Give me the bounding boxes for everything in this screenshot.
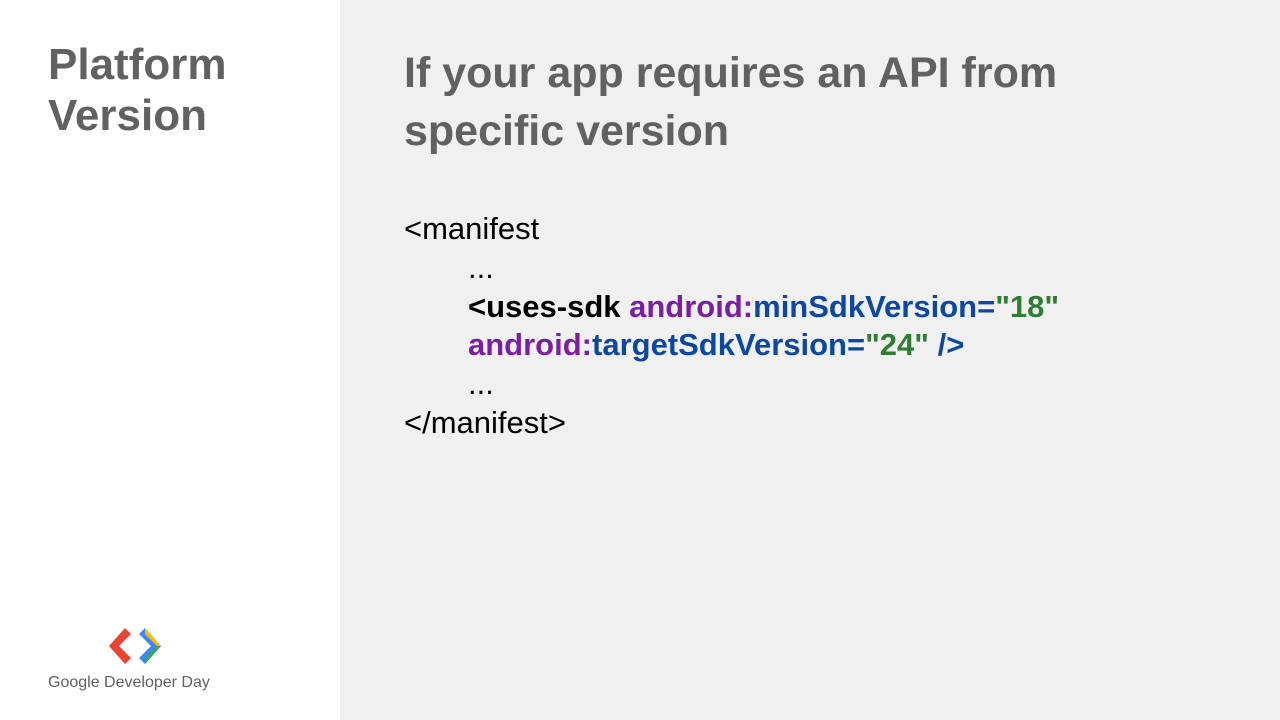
attr2-namespace: android: (468, 327, 592, 362)
attr2-eq: = (847, 327, 865, 362)
attr1-name: minSdkVersion (753, 289, 977, 324)
code-line-uses-sdk-1: <uses-sdk android:minSdkVersion="18" (468, 288, 1220, 327)
developer-day-logo-icon (103, 624, 167, 668)
code-block: <manifest ... <uses-sdk android:minSdkVe… (404, 210, 1220, 443)
manifest-open-tag: <manifest (404, 211, 539, 246)
sidebar: Platform Version Google Developer Day (0, 0, 340, 720)
code-line-close: </manifest> (404, 404, 1220, 443)
attr1-value: "18" (995, 289, 1059, 324)
code-line-open: <manifest (404, 210, 1220, 249)
attr1-eq: = (977, 289, 995, 324)
attr2-value: "24" (865, 327, 929, 362)
footer-text: Google Developer Day (48, 674, 210, 692)
slide: Platform Version Google Developer Day If… (0, 0, 1280, 720)
footer: Google Developer Day (48, 624, 210, 692)
sidebar-title-line2: Version (48, 91, 340, 142)
self-close: /> (929, 327, 964, 362)
code-line-ellipsis1: ... (468, 249, 1220, 288)
code-line-ellipsis2: ... (468, 365, 1220, 404)
sidebar-title-line1: Platform (48, 40, 340, 91)
uses-sdk-tag: <uses-sdk (468, 289, 629, 324)
attr2-name: targetSdkVersion (592, 327, 847, 362)
attr1-namespace: android: (629, 289, 753, 324)
slide-heading: If your app requires an API from specifi… (404, 44, 1220, 160)
manifest-close-tag: </manifest> (404, 405, 566, 440)
main-content: If your app requires an API from specifi… (340, 0, 1280, 720)
sidebar-title: Platform Version (48, 40, 340, 141)
code-line-uses-sdk-2: android:targetSdkVersion="24" /> (468, 326, 1220, 365)
